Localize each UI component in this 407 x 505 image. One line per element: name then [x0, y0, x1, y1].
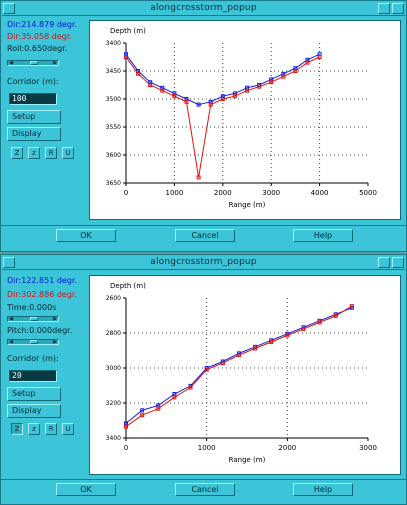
bottom-button-bar: OK Cancel Help [1, 479, 406, 499]
zoom-in-button[interactable]: Z [11, 423, 23, 435]
y-tick-label: 3400 [106, 435, 121, 442]
y-tick-label: 2600 [106, 295, 121, 302]
popup-window-2: alongcrosstorm_popup Dir:122.851 degr. D… [0, 254, 407, 505]
cancel-button[interactable]: Cancel [175, 229, 235, 242]
slider-thumb[interactable] [30, 340, 38, 344]
setup-button[interactable]: Setup [7, 110, 61, 124]
display-button[interactable]: Display [7, 404, 61, 418]
corridor-label: Corridor (m): [7, 77, 59, 86]
roll-slider[interactable]: ◀ ▶ [7, 60, 59, 66]
y-axis-label: Depth (m) [110, 282, 146, 290]
x-tick-label: 2000 [214, 189, 232, 197]
y-tick-label: 3500 [106, 96, 121, 103]
undo-button[interactable]: U [62, 147, 74, 159]
ok-button[interactable]: OK [56, 483, 116, 496]
slider-left-arrow-icon[interactable]: ◀ [8, 60, 14, 66]
slider-right-arrow-icon[interactable]: ▶ [52, 60, 58, 66]
plot-area-2[interactable]: 0 1000 2000 3000 2600 2800 3000 3200 3400 Depth (… [89, 275, 401, 475]
x-tick-label: 3000 [359, 444, 377, 452]
y-axis-label: Depth (m) [110, 27, 146, 35]
depth-profile-chart-1: 0 1000 2000 3000 4000 5000 3400 3450 3500 3550 360… [106, 27, 377, 209]
title-bar[interactable]: alongcrosstorm_popup [2, 256, 405, 270]
y-tick-label: 3550 [106, 124, 121, 131]
x-tick-label: 1000 [198, 444, 216, 452]
slider-thumb[interactable] [30, 61, 38, 65]
direction-blue-readout: Dir:214.879 degr. [7, 20, 78, 29]
x-tick-label: 2000 [278, 444, 296, 452]
depth-profile-chart-2: 0 1000 2000 3000 2600 2800 3000 3200 3400 Depth (… [106, 282, 377, 464]
slider-right-arrow-icon[interactable]: ▶ [52, 316, 58, 322]
y-tick-label: 2800 [106, 330, 121, 337]
zoom-in-button[interactable]: Z [11, 147, 23, 159]
slider-thumb[interactable] [30, 317, 38, 321]
x-tick-label: 0 [124, 189, 128, 197]
zoom-out-button[interactable]: z [28, 423, 40, 435]
title-bar[interactable]: alongcrosstorm_popup [2, 2, 405, 16]
slider-left-arrow-icon[interactable]: ◀ [8, 316, 14, 322]
slider-right-arrow-icon[interactable]: ▶ [52, 339, 58, 345]
x-axis-label: Range (m) [229, 201, 266, 209]
direction-blue-readout: Dir:122.851 degr. [7, 276, 78, 285]
x-tick-label: 3000 [262, 189, 280, 197]
popup-window-1: alongcrosstorm_popup Dir:214.879 degr. D… [0, 0, 407, 252]
y-tick-label: 3000 [106, 365, 121, 372]
window-title: alongcrosstorm_popup [150, 3, 257, 13]
maximize-button[interactable] [392, 257, 404, 268]
minimize-button[interactable] [378, 257, 390, 268]
reset-button[interactable]: R [45, 423, 57, 435]
x-tick-label: 5000 [359, 189, 377, 197]
undo-button[interactable]: U [62, 423, 74, 435]
bottom-button-bar: OK Cancel Help [1, 225, 406, 245]
help-button[interactable]: Help [293, 229, 353, 242]
corridor-label: Corridor (m): [7, 354, 59, 363]
time-slider[interactable]: ◀ ▶ [7, 316, 59, 322]
y-tick-label: 3650 [106, 180, 121, 187]
plot-area-1[interactable]: 0 1000 2000 3000 4000 5000 3400 3450 3500 3550 360… [89, 20, 401, 220]
zoom-out-button[interactable]: z [28, 147, 40, 159]
corridor-input[interactable]: 20 [9, 370, 57, 382]
x-tick-label: 4000 [311, 189, 329, 197]
pitch-slider[interactable]: ◀ ▶ [7, 339, 59, 345]
setup-button[interactable]: Setup [7, 387, 61, 401]
x-tick-label: 1000 [165, 189, 183, 197]
reset-button[interactable]: R [45, 147, 57, 159]
roll-readout: Roll:0.650degr. [7, 44, 68, 53]
cancel-button[interactable]: Cancel [175, 483, 235, 496]
window-title: alongcrosstorm_popup [150, 257, 257, 267]
pitch-readout: Pitch:0.000degr. [7, 326, 73, 335]
ok-button[interactable]: OK [56, 229, 116, 242]
help-button[interactable]: Help [293, 483, 353, 496]
maximize-button[interactable] [392, 3, 404, 14]
direction-red-readout: Dir:35.058 degr. [7, 32, 72, 41]
time-readout: Time:0.000s [7, 303, 57, 312]
y-tick-label: 3200 [106, 400, 121, 407]
x-tick-label: 0 [124, 444, 128, 452]
slider-left-arrow-icon[interactable]: ◀ [8, 339, 14, 345]
y-tick-label: 3600 [106, 152, 121, 159]
corridor-input[interactable]: 100 [9, 93, 57, 105]
minimize-button[interactable] [378, 3, 390, 14]
display-button[interactable]: Display [7, 127, 61, 141]
x-axis-label: Range (m) [229, 456, 266, 464]
y-tick-label: 3450 [106, 68, 121, 75]
direction-red-readout: Dir:302.886 degr. [7, 290, 78, 299]
y-tick-label: 3400 [106, 40, 121, 47]
